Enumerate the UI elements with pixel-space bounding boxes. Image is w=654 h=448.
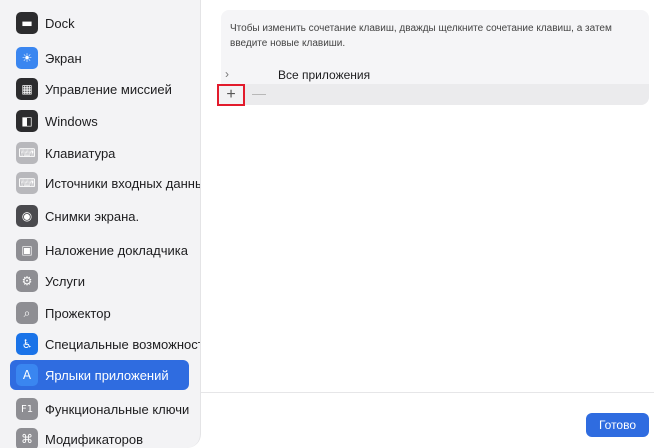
sidebar-item-keyboard[interactable]: ⌨ Клавиатура — [10, 138, 189, 168]
sidebar-item-label: Экран — [45, 50, 82, 66]
sidebar-item-function-keys[interactable]: F1 Функциональные ключи — [10, 394, 189, 424]
done-button[interactable]: Готово — [586, 413, 649, 437]
remove-shortcut-button[interactable]: — — [252, 85, 266, 101]
sidebar-item-label: Dock — [45, 15, 75, 31]
sidebar-item-label: Управление миссией — [45, 81, 172, 97]
sidebar-item-dock[interactable]: ▬ Dock — [10, 8, 189, 38]
sidebar-item-services[interactable]: ⚙ Услуги — [10, 266, 189, 296]
app-shortcuts-icon: A — [16, 364, 38, 386]
add-shortcut-button[interactable]: + — [217, 84, 245, 106]
chevron-right-icon[interactable]: › — [225, 67, 229, 81]
sidebar-item-spotlight[interactable]: ⌕ Прожектор — [10, 298, 189, 328]
sidebar-item-label: Источники входных данных — [45, 175, 201, 191]
sidebar-item-screenshot[interactable]: ◉ Снимки экрана. — [10, 201, 189, 231]
sidebar-item-label: Функциональные ключи — [45, 401, 190, 417]
modifier-keys-icon: ⌘ — [16, 428, 38, 448]
sidebar-item-accessibility[interactable]: ♿ Специальные возможности — [10, 329, 200, 359]
mission-control-icon: ▦ — [16, 78, 38, 100]
sidebar-item-app-shortcuts[interactable]: A Ярлыки приложений — [10, 360, 189, 390]
accessibility-icon: ♿ — [16, 333, 38, 355]
presenter-overlay-icon: ▣ — [16, 239, 38, 261]
function-keys-icon: F1 — [16, 398, 38, 420]
sidebar-item-label: Снимки экрана. — [45, 208, 140, 224]
list-controls: + — — [217, 84, 649, 106]
sidebar-item-label: Модификаторов — [45, 431, 144, 447]
keyboard-icon: ⌨ — [16, 142, 38, 164]
footer-divider — [201, 392, 654, 393]
sidebar-item-label: Наложение докладчика — [45, 242, 188, 258]
all-applications-row[interactable]: › Все приложения — [221, 66, 649, 86]
sidebar-item-label: Услуги — [45, 273, 85, 289]
screenshot-icon: ◉ — [16, 205, 38, 227]
sidebar-item-display[interactable]: ☀ Экран — [10, 43, 189, 73]
shortcuts-panel: Чтобы изменить сочетание клавиш, дважды … — [217, 10, 649, 106]
instruction-text: Чтобы изменить сочетание клавиш, дважды … — [230, 23, 612, 49]
shortcuts-sidebar: ▬ Dock ☀ Экран ▦ Управление миссией ◧ Windows ⌨ К… — [0, 0, 201, 448]
sidebar-item-label: Прожектор — [45, 305, 111, 321]
all-applications-label: Все приложения — [278, 68, 371, 82]
sidebar-item-label: Windows — [45, 113, 98, 129]
sidebar-item-modifier-keys[interactable]: ⌘ Модификаторов — [10, 424, 189, 448]
sidebar-item-label: Ярлыки приложений — [45, 367, 169, 383]
input-sources-icon: ⌨ — [16, 172, 38, 194]
services-icon: ⚙ — [16, 270, 38, 292]
sidebar-item-label: Специальные возможности — [45, 336, 201, 352]
sidebar-item-presenter-overlay[interactable]: ▣ Наложение докладчика — [10, 235, 189, 265]
dock-icon: ▬ — [16, 12, 38, 34]
sidebar-item-mission-control[interactable]: ▦ Управление миссией — [10, 74, 189, 104]
spotlight-icon: ⌕ — [16, 302, 38, 324]
windows-icon: ◧ — [16, 110, 38, 132]
display-icon: ☀ — [16, 47, 38, 69]
sidebar-item-input-sources[interactable]: ⌨ Источники входных данных — [10, 168, 200, 198]
sidebar-item-label: Клавиатура — [45, 145, 116, 161]
sidebar-item-windows[interactable]: ◧ Windows — [10, 106, 189, 136]
